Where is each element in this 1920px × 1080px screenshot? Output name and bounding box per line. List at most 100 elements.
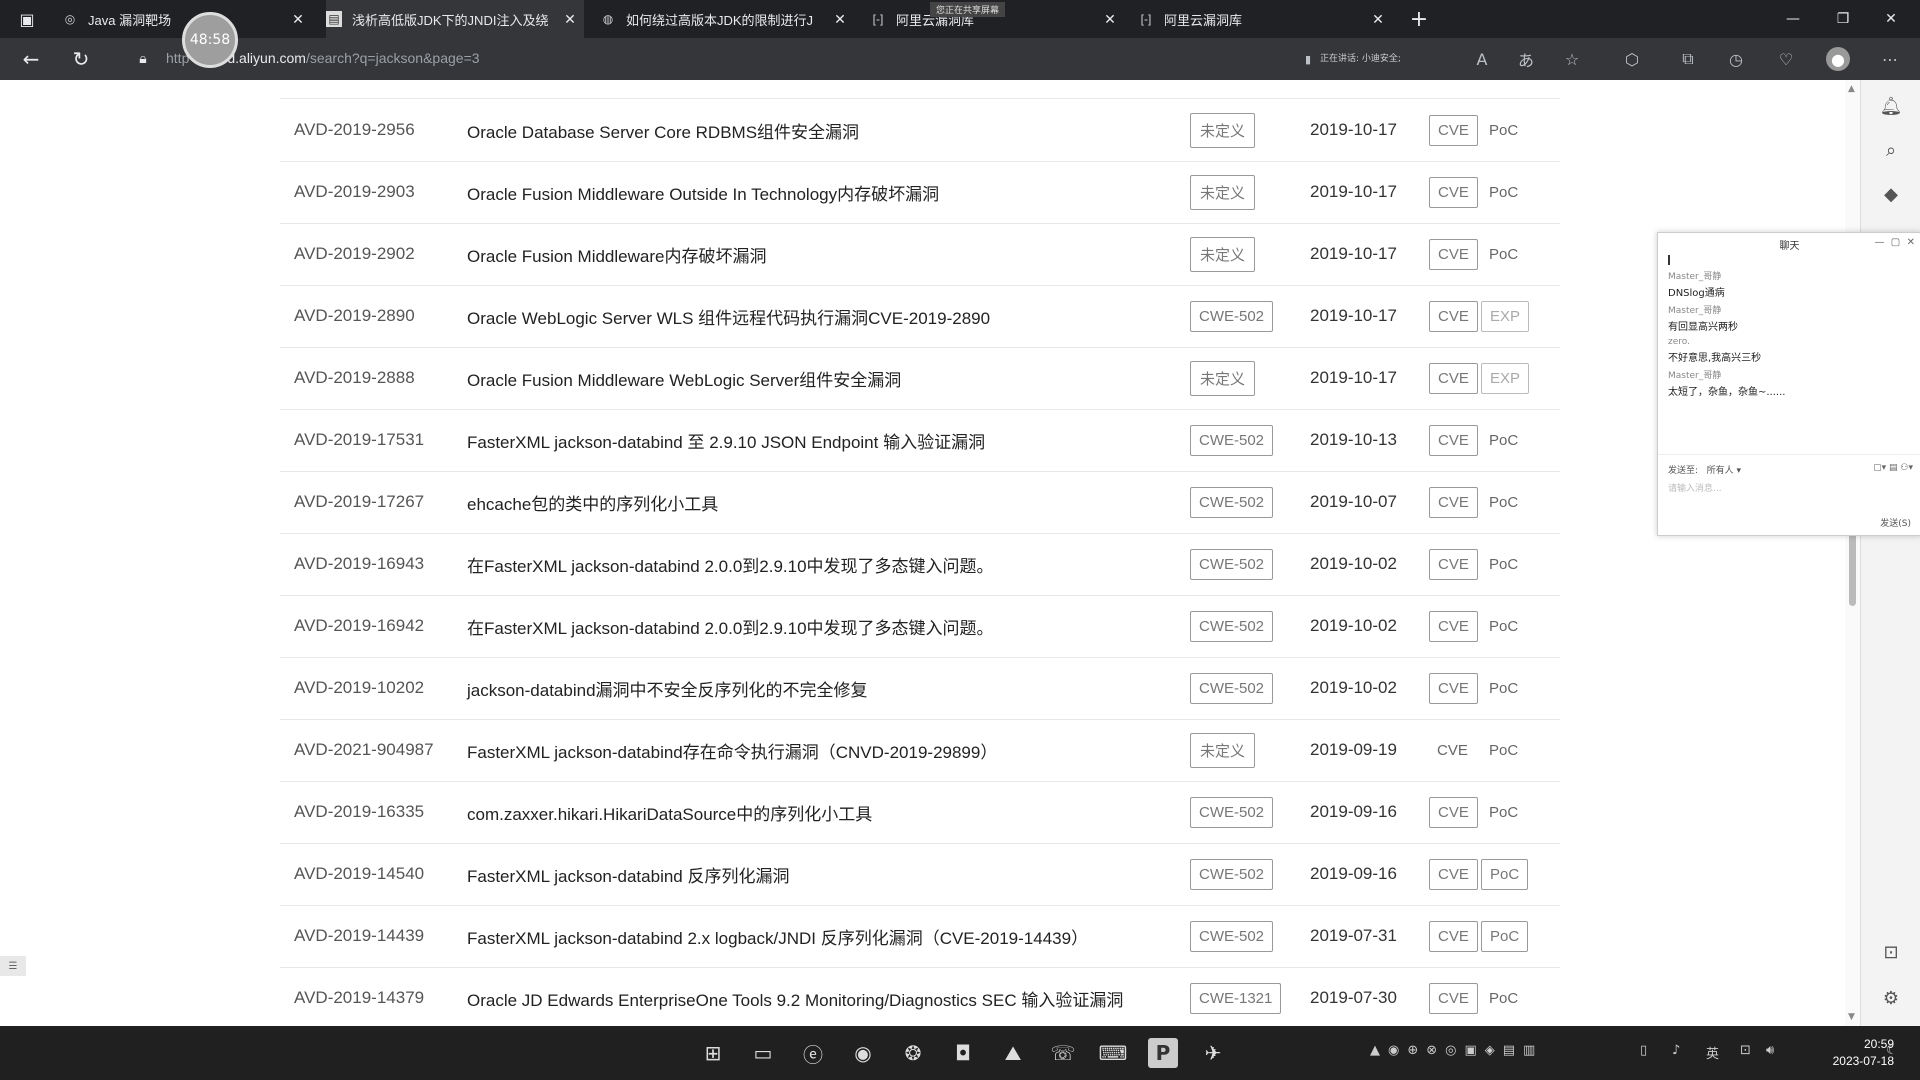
cwe-tag[interactable]: 未定义 [1190, 360, 1256, 396]
table-row[interactable]: AVD-2019-2890 Oracle WebLogic Server WLS … [280, 285, 1560, 348]
system-tray-icons[interactable]: ▲◉⊕⊗◎▣◈▤▥ [1370, 1043, 1543, 1058]
cwe-tag[interactable]: CWE-502 [1190, 858, 1274, 890]
vuln-id-link[interactable]: AVD-2019-14439 [294, 905, 424, 967]
vuln-title-link[interactable]: 在FasterXML jackson-databind 2.0.0到2.9.10… [467, 595, 994, 657]
close-icon[interactable]: ✕ [290, 11, 306, 27]
cwe-tag[interactable]: CWE-502 [1190, 486, 1274, 518]
cwe-tag[interactable]: 未定义 [1190, 236, 1256, 272]
read-aloud-icon[interactable]: A [1470, 47, 1494, 71]
chrome-icon[interactable]: ◉ [848, 1038, 878, 1068]
vuln-title-link[interactable]: ehcache包的类中的序列化小工具 [467, 471, 718, 533]
more-menu-icon[interactable]: ⋯ [1878, 47, 1902, 71]
app-bird-icon[interactable]: ✈ [1198, 1038, 1228, 1068]
vuln-id-link[interactable]: AVD-2019-10202 [294, 657, 424, 719]
restore-icon[interactable]: ❐ [1820, 0, 1866, 38]
photos-icon[interactable]: ⛰ [998, 1038, 1028, 1068]
avatar[interactable]: ● [1826, 47, 1850, 71]
cwe-tag[interactable]: 未定义 [1190, 112, 1256, 148]
poc-tag[interactable]: EXP [1481, 362, 1530, 394]
table-row[interactable]: AVD-2019-2956 Oracle Database Server Core… [280, 99, 1560, 162]
cwe-tag[interactable]: CWE-502 [1190, 672, 1274, 704]
health-icon[interactable]: ♡ [1774, 47, 1798, 71]
vuln-title-link[interactable]: Oracle Fusion Middleware WebLogic Server… [467, 347, 901, 409]
cve-tag[interactable]: CVE [1429, 424, 1478, 456]
vuln-id-link[interactable]: AVD-2021-904987 [294, 719, 434, 781]
vuln-id-link[interactable]: AVD-2019-17267 [294, 471, 424, 533]
vuln-id-link[interactable]: AVD-2019-16943 [294, 533, 424, 595]
poc-tag[interactable]: PoC [1481, 426, 1526, 455]
cve-tag[interactable]: CVE [1429, 114, 1478, 146]
vuln-id-link[interactable]: AVD-2019-14379 [294, 967, 424, 1026]
table-row[interactable]: AVD-2019-10202 jackson-databind漏洞中不安全反序列化… [280, 657, 1560, 720]
table-row[interactable]: AVD-2019-14379 Oracle JD Edwards Enterpri… [280, 967, 1560, 1026]
search-icon[interactable]: ⌕ [1879, 138, 1903, 162]
poc-tag[interactable]: PoC [1481, 612, 1526, 641]
volume-icon[interactable]: 🔊︎ [1766, 1043, 1774, 1058]
screenshot-icon[interactable]: ⊡ [1879, 940, 1903, 964]
cwe-tag[interactable]: CWE-502 [1190, 920, 1274, 952]
close-icon[interactable]: ✕ [832, 11, 848, 27]
tab-1[interactable]: ▤ 浅析高低版JDK下的JNDI注入及绕 ✕ [326, 0, 584, 38]
table-row[interactable]: AVD-2019-16942 在FasterXML jackson-databin… [280, 595, 1560, 658]
poc-tag[interactable]: PoC [1481, 488, 1526, 517]
cve-tag[interactable]: CVE [1429, 920, 1478, 952]
cwe-tag[interactable]: CWE-502 [1190, 300, 1274, 332]
cwe-tag[interactable]: CWE-502 [1190, 610, 1274, 642]
app-p-icon[interactable]: P [1148, 1038, 1178, 1068]
poc-tag[interactable]: PoC [1481, 798, 1526, 827]
vuln-title-link[interactable]: Oracle WebLogic Server WLS 组件远程代码执行漏洞CVE… [467, 285, 990, 347]
vuln-id-link[interactable]: AVD-2019-17531 [294, 409, 424, 471]
vuln-id-link[interactable]: AVD-2019-2890 [294, 285, 415, 347]
scroll-down-icon[interactable]: ▼ [1848, 1012, 1855, 1022]
cwe-tag[interactable]: CWE-1321 [1190, 982, 1282, 1014]
cve-tag[interactable]: CVE [1429, 796, 1478, 828]
poc-tag[interactable]: PoC [1481, 920, 1529, 952]
cve-tag[interactable]: CVE [1429, 362, 1478, 394]
minimize-icon[interactable]: — [1770, 0, 1816, 38]
cwe-tag[interactable]: CWE-502 [1190, 796, 1274, 828]
back-icon[interactable]: ← [18, 46, 44, 72]
scroll-thumb[interactable] [1849, 530, 1856, 606]
tag-icon[interactable]: ◆ [1879, 182, 1903, 206]
poc-tag[interactable]: PoC [1481, 116, 1526, 145]
chat-send-button[interactable]: 发送(S) [1880, 516, 1911, 529]
vuln-title-link[interactable]: Oracle Database Server Core RDBMS组件安全漏洞 [467, 99, 859, 161]
cwe-tag[interactable]: 未定义 [1190, 732, 1256, 768]
table-row[interactable]: AVD-2019-17531 FasterXML jackson-databind… [280, 409, 1560, 472]
cwe-tag[interactable]: 未定义 [1190, 174, 1256, 210]
page-scrollbar[interactable]: ▲ ▼ [1845, 80, 1860, 1026]
poc-tag[interactable]: PoC [1481, 674, 1526, 703]
cve-tag[interactable]: CVE [1429, 486, 1478, 518]
tab-actions-icon[interactable]: ▣ [14, 6, 40, 32]
app-phone-icon[interactable]: ☏ [1048, 1038, 1078, 1068]
extensions-icon[interactable]: ⬡ [1620, 47, 1644, 71]
poc-tag[interactable]: PoC [1481, 858, 1529, 890]
edge-icon[interactable]: ⓔ [798, 1038, 828, 1068]
poc-tag[interactable]: PoC [1481, 240, 1526, 269]
vuln-id-link[interactable]: AVD-2019-16335 [294, 781, 424, 843]
vuln-id-link[interactable]: AVD-2019-14540 [294, 843, 424, 905]
poc-tag[interactable]: EXP [1481, 300, 1530, 332]
vuln-id-link[interactable]: AVD-2019-2888 [294, 347, 415, 409]
cve-tag[interactable]: CVE [1429, 238, 1478, 270]
cve-tag[interactable]: CVE [1429, 548, 1478, 580]
cve-tag[interactable]: CVE [1429, 672, 1478, 704]
cve-tag[interactable]: CVE [1429, 736, 1476, 765]
vuln-title-link[interactable]: Oracle Fusion Middleware Outside In Tech… [467, 161, 939, 223]
cve-tag[interactable]: CVE [1429, 176, 1478, 208]
table-row[interactable]: AVD-2019-16335 com.zaxxer.hikari.HikariDa… [280, 781, 1560, 844]
history-icon[interactable]: ◷ [1724, 47, 1748, 71]
side-panel-toggle-icon[interactable]: ☰ [0, 956, 26, 976]
table-row[interactable]: AVD-2019-14439 FasterXML jackson-databind… [280, 905, 1560, 968]
window-close-icon[interactable]: ✕ [1868, 0, 1914, 38]
close-icon[interactable]: ✕ [562, 11, 578, 27]
close-icon[interactable]: ✕ [1102, 11, 1118, 27]
cwe-tag[interactable]: CWE-502 [1190, 548, 1274, 580]
vuln-title-link[interactable]: com.zaxxer.hikari.HikariDataSource中的序列化小… [467, 781, 872, 843]
app-swirl-icon[interactable]: ❂ [898, 1038, 928, 1068]
chat-recipient[interactable]: 发送至: 所有人 ▾ [1668, 463, 1741, 476]
tab-4[interactable]: [-] 阿里云漏洞库 ✕ [1138, 0, 1392, 38]
vuln-title-link[interactable]: jackson-databind漏洞中不安全反序列化的不完全修复 [467, 657, 868, 719]
table-row[interactable]: AVD-2019-14540 FasterXML jackson-databind… [280, 843, 1560, 906]
table-row[interactable]: AVD-2019-16943 在FasterXML jackson-databin… [280, 533, 1560, 596]
